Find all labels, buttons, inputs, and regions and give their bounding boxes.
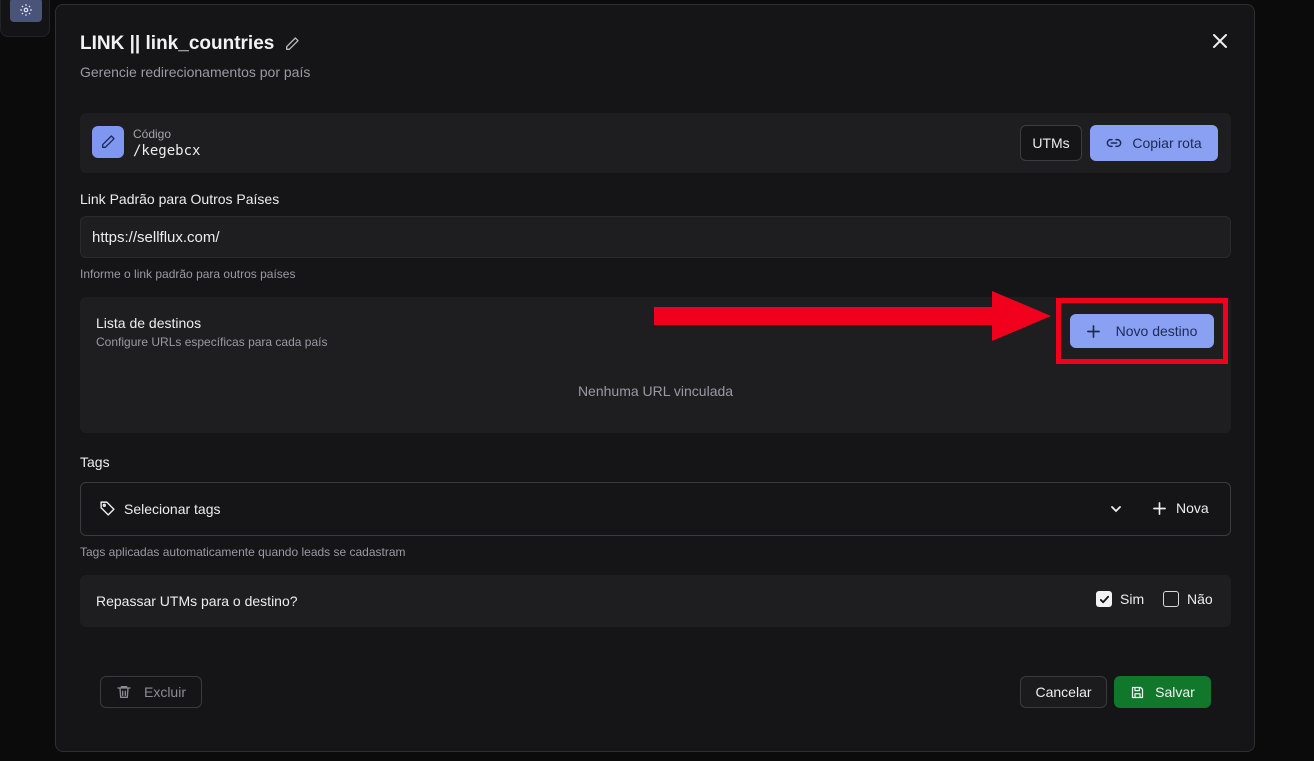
close-button[interactable] [1208,29,1232,53]
code-label: Código [133,127,172,141]
trash-icon [117,686,131,698]
check-icon [1099,595,1109,603]
save-button[interactable]: Salvar [1114,676,1211,708]
delete-button[interactable]: Excluir [100,676,202,708]
destinations-empty: Nenhuma URL vinculada [577,383,734,399]
cancel-button[interactable]: Cancelar [1020,676,1107,708]
copy-route-label: Copiar rota [1132,135,1202,151]
annotation-arrow [654,291,1051,341]
modal-subtitle: Gerencie redirecionamentos por país [80,64,311,80]
tags-dropdown[interactable]: Selecionar tags [99,500,221,517]
pencil-icon [102,135,115,148]
destinations-subtitle: Configure URLs específicas para cada paí… [96,335,328,349]
tags-placeholder: Selecionar tags [124,500,221,517]
cancel-label: Cancelar [1035,684,1092,700]
edit-code-button[interactable] [92,126,124,158]
default-link-label: Link Padrão para Outros Países [80,191,280,207]
delete-label: Excluir [143,684,186,700]
save-label: Salvar [1155,684,1195,700]
pencil-icon [286,37,300,50]
default-link-hint: Informe o link padrão para outros países [80,267,296,281]
tags-select[interactable]: Selecionar tags Nova [80,482,1231,536]
utms-button[interactable]: UTMs [1020,125,1082,161]
link-icon [1107,138,1122,148]
utm-no-option[interactable]: Não [1163,591,1213,607]
utm-no-label: Não [1187,591,1213,607]
new-tag-label: Nova [1176,500,1209,516]
default-link-input[interactable]: https://sellflux.com/ [80,216,1231,258]
utm-yes-label: Sim [1120,591,1145,607]
tags-label: Tags [80,454,110,470]
destinations-title: Lista de destinos [96,315,202,331]
utm-yes-checkbox[interactable] [1096,591,1112,607]
plus-icon [1153,501,1166,515]
gear-icon [20,4,32,16]
modal-title: LINK || link_countries [80,33,275,54]
code-value: /kegebcx [133,143,201,159]
new-tag-button[interactable]: Nova [1153,500,1209,516]
code-card: Código /kegebcx UTMs Copiar rota [80,113,1231,173]
tags-toggle[interactable] [1109,502,1123,521]
annotation-highlight-box [1056,298,1228,364]
utms-button-label: UTMs [1032,135,1070,151]
tag-icon [100,501,115,516]
default-link-value: https://sellflux.com/ [92,228,220,246]
utm-yes-option[interactable]: Sim [1096,591,1144,607]
link-countries-modal: LINK || link_countries Gerencie redireci… [55,4,1255,752]
copy-route-button[interactable]: Copiar rota [1090,125,1218,161]
utm-forward-label: Repassar UTMs para o destino? [96,593,298,609]
chevron-down-icon [1111,506,1121,513]
close-icon [1213,34,1227,48]
utm-forward-card: Repassar UTMs para o destino? Sim Não [80,575,1231,627]
edit-title-button[interactable] [284,36,300,52]
save-icon [1132,686,1144,698]
utm-no-checkbox[interactable] [1163,591,1179,607]
modal-header: LINK || link_countries [80,33,300,55]
tags-hint: Tags aplicadas automaticamente quando le… [80,545,406,559]
settings-button[interactable] [10,0,42,22]
